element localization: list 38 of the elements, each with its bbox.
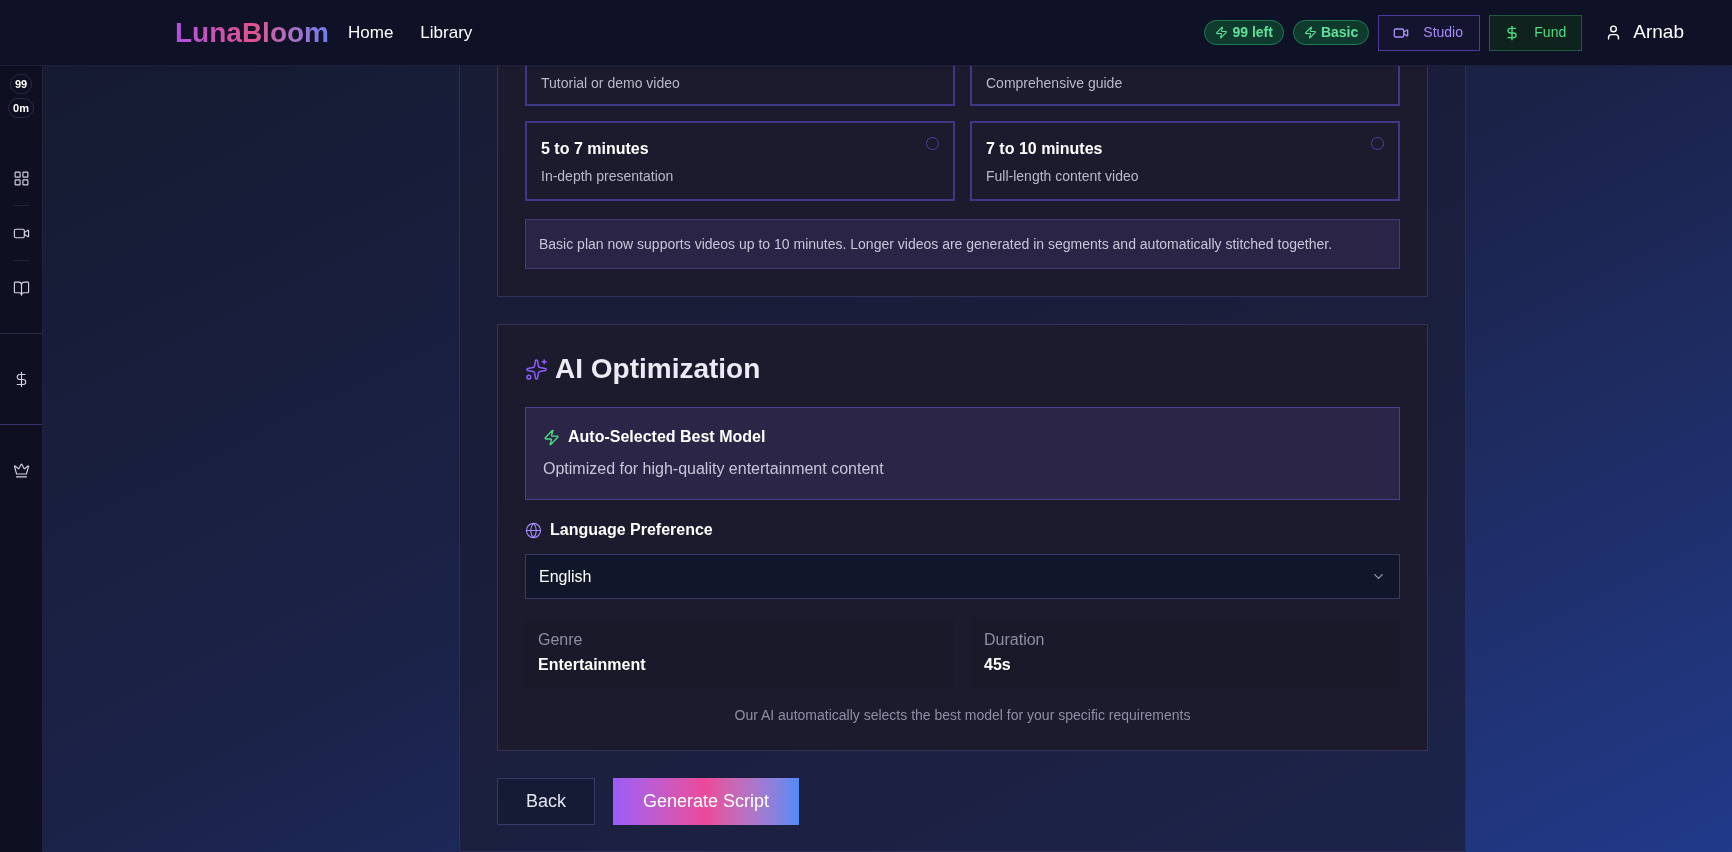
summary-label: Duration <box>984 630 1046 650</box>
fund-button[interactable]: Fund <box>1489 14 1583 51</box>
globe-icon <box>525 521 542 539</box>
lightning-icon <box>1303 26 1317 39</box>
book-icon <box>12 279 30 297</box>
language-select[interactable]: English <box>525 554 1400 599</box>
option-description: Full-length content video <box>986 167 1139 186</box>
model-title: Auto-Selected Best Model <box>568 427 766 447</box>
option-description: Comprehensive guide <box>986 75 1123 91</box>
duration-option[interactable]: 5 to 7 minutes In-depth presentation <box>525 121 955 201</box>
duration-option[interactable]: 7 to 10 minutes Full-length content video <box>970 121 1400 201</box>
sparkle-icon <box>525 357 548 381</box>
section-title: AI Optimization <box>555 352 761 386</box>
option-title: 5 to 7 minutes <box>541 139 650 159</box>
nav-link[interactable]: Home <box>348 19 394 46</box>
option-description: In-depth presentation <box>541 167 674 186</box>
info-text: Basic plan now supports videos up to 10 minutes. Longer videos are generated in segments and automatically stitched together. <box>539 236 1333 252</box>
option-description: Tutorial or demo video <box>541 75 680 91</box>
summary-value: Entertainment <box>538 655 647 675</box>
model-description: Optimized for high-quality entertainment content <box>543 459 885 479</box>
plan-badge: Basic <box>1292 20 1370 45</box>
grid-icon <box>12 169 30 187</box>
lightning-icon <box>1215 26 1229 39</box>
field-label: Language Preference <box>550 520 713 540</box>
lightning-icon <box>543 428 560 446</box>
duration-option[interactable]: Comprehensive guide <box>970 66 1400 106</box>
summary-value: 45s <box>984 655 1012 675</box>
studio-button[interactable]: Studio <box>1378 14 1481 51</box>
footnote: Our AI automatically selects the best model for your specific requirements <box>733 706 1192 725</box>
crown-icon <box>12 461 30 479</box>
user-menu[interactable]: Arnab <box>1605 18 1684 47</box>
nav-link[interactable]: Library <box>420 19 473 46</box>
plan-badge: 99 left <box>1204 20 1284 45</box>
duration-option[interactable]: Tutorial or demo video <box>525 66 955 106</box>
back-button[interactable]: Back <box>497 778 595 825</box>
option-title: 7 to 10 minutes <box>986 139 1104 159</box>
generate-script-button[interactable]: Generate Script <box>613 778 799 825</box>
summary-label: Genre <box>538 630 584 650</box>
